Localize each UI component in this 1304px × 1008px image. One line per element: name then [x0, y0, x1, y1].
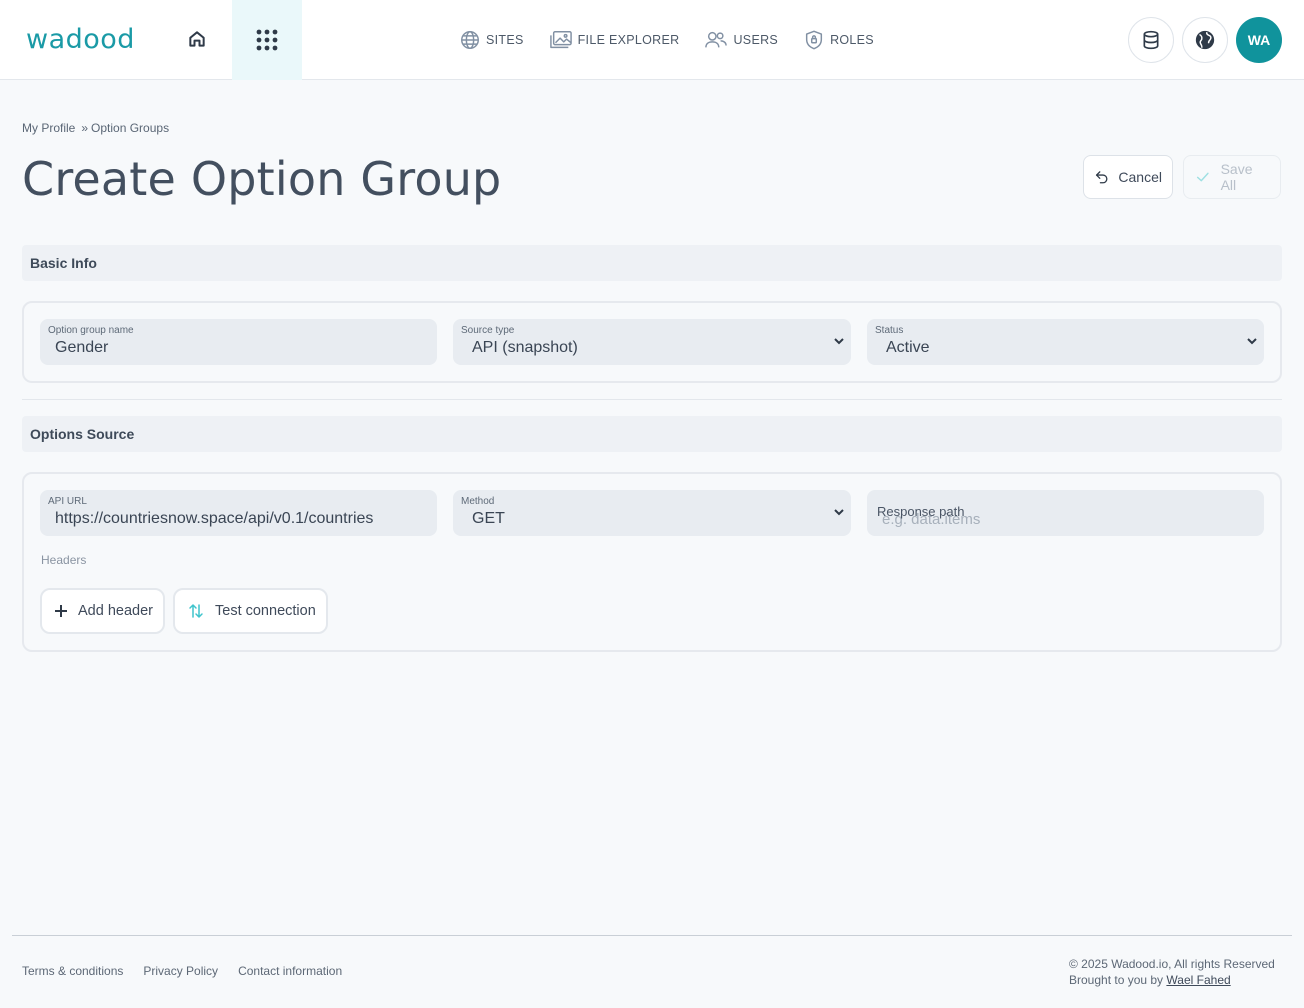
- nav-file-explorer[interactable]: FILE EXPLORER: [549, 29, 680, 51]
- apps-menu-button[interactable]: [232, 0, 302, 80]
- home-icon: [189, 31, 205, 47]
- privacy-link[interactable]: Privacy Policy: [143, 964, 218, 978]
- terms-link[interactable]: Terms & conditions: [22, 964, 123, 978]
- user-avatar[interactable]: WA: [1236, 17, 1282, 63]
- nav-sites[interactable]: SITES: [459, 29, 524, 51]
- api-url-value: https://countriesnow.space/api/v0.1/coun…: [55, 510, 374, 527]
- option-group-name-value: Gender: [55, 339, 109, 356]
- nav-sites-label: SITES: [486, 33, 524, 47]
- basic-info-panel: Option group name Gender Source type API…: [22, 301, 1282, 383]
- top-bar: wadood SITES FILE EXPLORER USERS ROLES W…: [0, 0, 1304, 80]
- breadcrumb: My Profile » Option Groups: [22, 121, 169, 135]
- headers-label: Headers: [41, 553, 87, 567]
- cancel-button[interactable]: Cancel: [1083, 155, 1173, 199]
- option-group-name-field[interactable]: Option group name Gender: [40, 319, 437, 365]
- undo-icon: [1095, 171, 1108, 184]
- api-url-field[interactable]: API URL https://countriesnow.space/api/v…: [40, 490, 437, 536]
- nav-file-explorer-label: FILE EXPLORER: [577, 33, 680, 47]
- breadcrumb-option-groups[interactable]: Option Groups: [91, 121, 169, 135]
- globe-filled-icon: [1195, 30, 1215, 50]
- source-type-select[interactable]: Source type API (snapshot): [453, 319, 851, 365]
- language-button[interactable]: [1182, 17, 1228, 63]
- database-icon: [1143, 30, 1159, 50]
- users-icon: [705, 31, 728, 48]
- source-type-label: Source type: [461, 325, 515, 336]
- page-title: Create Option Group: [22, 152, 502, 206]
- test-connection-button[interactable]: Test connection: [173, 588, 328, 634]
- response-path-field[interactable]: e.g. data.items Response path: [867, 490, 1264, 536]
- nav-users-label: USERS: [733, 33, 779, 47]
- option-group-name-label: Option group name: [48, 325, 134, 336]
- status-select[interactable]: Status Active: [867, 319, 1264, 365]
- footer-divider: [12, 935, 1292, 936]
- transfer-icon: [189, 604, 203, 618]
- save-all-button[interactable]: Save All: [1183, 155, 1281, 199]
- basic-info-header: Basic Info: [22, 245, 1282, 281]
- api-url-label: API URL: [48, 496, 87, 507]
- chevron-down-icon: [834, 509, 844, 516]
- method-label: Method: [461, 496, 495, 507]
- main-nav: SITES FILE EXPLORER USERS ROLES: [459, 27, 899, 53]
- nav-roles-label: ROLES: [830, 33, 874, 47]
- plus-icon: [55, 605, 67, 617]
- brought-by-line: Brought to you by Wael Fahed: [1069, 972, 1275, 988]
- add-header-label: Add header: [78, 603, 153, 619]
- footer-credits: © 2025 Wadood.io, All rights Reserved Br…: [1069, 956, 1275, 988]
- breadcrumb-separator: »: [81, 121, 89, 135]
- section-divider: [22, 399, 1282, 400]
- cancel-label: Cancel: [1118, 169, 1162, 185]
- footer-links: Terms & conditions Privacy Policy Contac…: [22, 964, 342, 978]
- status-label: Status: [875, 325, 904, 336]
- breadcrumb-my-profile[interactable]: My Profile: [22, 121, 75, 135]
- grid-dots-icon: [256, 29, 278, 51]
- wadood-logo[interactable]: wadood: [26, 24, 135, 56]
- add-header-button[interactable]: Add header: [40, 588, 165, 634]
- copyright-text: © 2025 Wadood.io, All rights Reserved: [1069, 957, 1275, 971]
- chevron-down-icon: [834, 338, 844, 345]
- brought-by-text: Brought to you by: [1069, 973, 1164, 987]
- chevron-down-icon: [1247, 338, 1257, 345]
- save-all-label: Save All: [1220, 161, 1253, 193]
- method-value: GET: [472, 510, 505, 527]
- nav-roles[interactable]: ROLES: [803, 29, 874, 51]
- globe-icon: [461, 31, 479, 49]
- shield-icon: [805, 30, 823, 50]
- options-source-panel: API URL https://countriesnow.space/api/v…: [22, 472, 1282, 652]
- author-link[interactable]: Wael Fahed: [1166, 973, 1230, 987]
- contact-link[interactable]: Contact information: [238, 964, 342, 978]
- response-path-label: Response path: [877, 504, 965, 519]
- status-value: Active: [886, 339, 930, 356]
- test-connection-label: Test connection: [215, 603, 316, 619]
- method-select[interactable]: Method GET: [453, 490, 851, 536]
- folder-image-icon: [549, 31, 572, 49]
- home-button[interactable]: [180, 22, 214, 56]
- database-button[interactable]: [1128, 17, 1174, 63]
- options-source-header: Options Source: [22, 416, 1282, 452]
- check-icon: [1196, 172, 1209, 182]
- source-type-value: API (snapshot): [472, 339, 578, 356]
- nav-users[interactable]: USERS: [704, 29, 778, 51]
